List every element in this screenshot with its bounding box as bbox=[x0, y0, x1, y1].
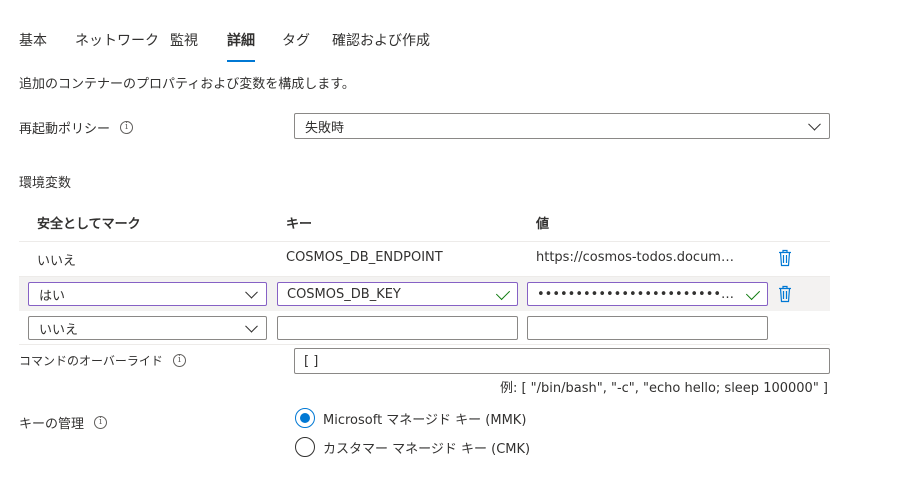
radio-option-cmk-label: カスタマー マネージド キー (CMK) bbox=[323, 441, 531, 457]
env-row-2-secure-dropdown[interactable]: はい bbox=[28, 282, 267, 306]
checkmark-icon bbox=[495, 285, 511, 301]
tab-advanced[interactable]: 詳細 bbox=[227, 26, 255, 62]
env-row-3-key-input[interactable] bbox=[277, 316, 518, 340]
page-description: 追加のコンテナーのプロパティおよび変数を構成します。 bbox=[19, 77, 355, 92]
info-icon[interactable]: i bbox=[120, 121, 134, 134]
command-override-label: コマンドのオーバーライド i bbox=[19, 352, 186, 369]
env-row-3-secure: いいえ bbox=[39, 322, 79, 338]
env-row-2-secure: はい bbox=[39, 288, 66, 304]
radio-option-mmk[interactable]: Microsoft マネージド キー (MMK) bbox=[295, 408, 526, 428]
env-row-2-key-input[interactable]: COSMOS_DB_KEY bbox=[277, 282, 518, 306]
tab-basics[interactable]: 基本 bbox=[19, 26, 75, 60]
tab-tags[interactable]: タグ bbox=[282, 26, 332, 60]
radio-option-cmk[interactable]: カスタマー マネージド キー (CMK) bbox=[295, 437, 530, 457]
column-header-key: キー bbox=[286, 217, 313, 232]
tab-bar: 基本 ネットワーク 監視 詳細 タグ 確認および作成 bbox=[19, 26, 430, 62]
radio-unselected-icon[interactable] bbox=[295, 437, 315, 457]
row-divider bbox=[19, 344, 830, 345]
env-row-1-value: https://cosmos-todos.docum… bbox=[536, 250, 734, 265]
chevron-down-icon bbox=[808, 117, 821, 131]
restart-policy-label: 再起動ポリシー i bbox=[19, 118, 134, 137]
trash-icon[interactable] bbox=[778, 285, 792, 303]
checkmark-icon bbox=[745, 285, 761, 301]
key-management-label-text: キーの管理 bbox=[19, 417, 85, 432]
trash-icon[interactable] bbox=[778, 249, 792, 267]
chevron-down-icon bbox=[245, 285, 258, 299]
command-override-input[interactable]: [ ] bbox=[294, 348, 830, 374]
tab-networking[interactable]: ネットワーク bbox=[75, 26, 170, 60]
env-row-2-value-input[interactable]: •••••••••••••••••••••••••… bbox=[527, 282, 768, 306]
env-row-2-value: •••••••••••••••••••••••••… bbox=[537, 286, 741, 302]
command-override-label-text: コマンドのオーバーライド bbox=[19, 354, 163, 368]
tab-monitoring[interactable]: 監視 bbox=[170, 26, 227, 60]
command-override-hint: 例: [ "/bin/bash", "-c", "echo hello; sle… bbox=[499, 381, 828, 396]
column-header-value: 値 bbox=[536, 217, 550, 232]
command-override-value: [ ] bbox=[304, 353, 319, 369]
key-management-label: キーの管理 i bbox=[19, 413, 108, 432]
restart-policy-value: 失敗時 bbox=[305, 120, 345, 136]
info-icon[interactable]: i bbox=[172, 354, 186, 367]
env-row-1-key: COSMOS_DB_ENDPOINT bbox=[286, 250, 443, 265]
env-row-1-secure: いいえ bbox=[37, 254, 77, 269]
header-divider bbox=[19, 241, 830, 242]
restart-policy-dropdown[interactable]: 失敗時 bbox=[294, 113, 830, 139]
restart-policy-label-text: 再起動ポリシー bbox=[19, 122, 111, 137]
column-header-secure: 安全としてマーク bbox=[37, 217, 141, 232]
chevron-down-icon bbox=[245, 319, 258, 333]
tab-review-create[interactable]: 確認および作成 bbox=[332, 26, 430, 60]
radio-option-mmk-label: Microsoft マネージド キー (MMK) bbox=[323, 412, 527, 428]
radio-selected-icon[interactable] bbox=[295, 408, 315, 428]
env-row-3-value-input[interactable] bbox=[527, 316, 768, 340]
info-icon[interactable]: i bbox=[94, 416, 108, 429]
env-row-3-secure-dropdown[interactable]: いいえ bbox=[28, 316, 267, 340]
env-vars-title: 環境変数 bbox=[19, 176, 72, 191]
env-row-2-key: COSMOS_DB_KEY bbox=[287, 286, 401, 302]
